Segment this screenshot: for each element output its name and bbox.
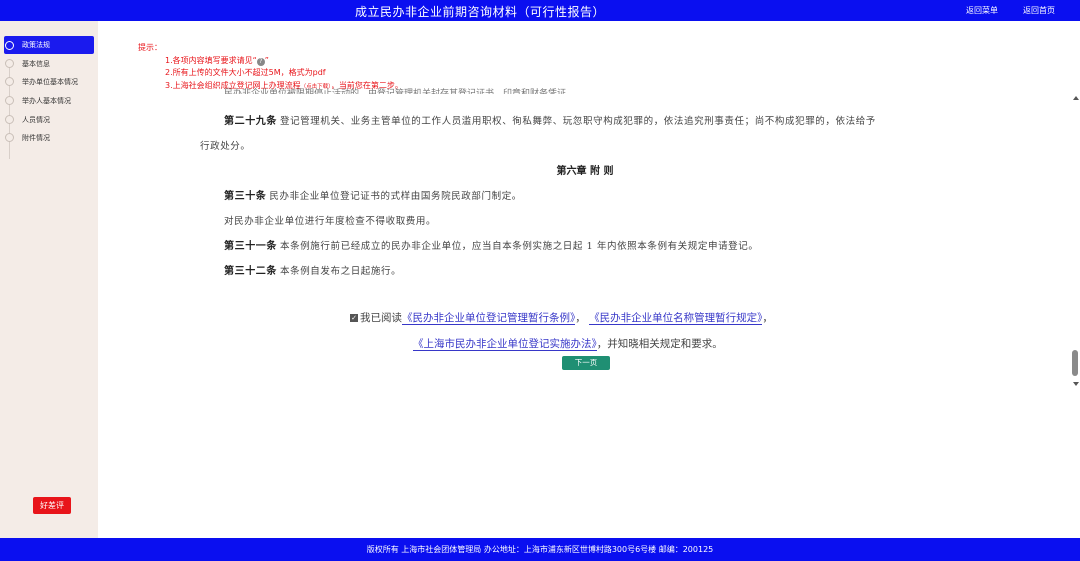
page-title: 成立民办非企业前期咨询材料（可行性报告） [354, 5, 605, 19]
scroll-up-arrow-icon[interactable] [1073, 96, 1079, 100]
article-30-text: 民办非企业单位登记证书的式样由国务院民政部门制定。 [269, 191, 522, 202]
regulation-link-3[interactable]: 《上海市民办非企业单位登记实施办法》 [413, 338, 597, 351]
regulation-link-1[interactable]: 《民办非企业单位登记管理暂行条例》 [402, 312, 576, 325]
sidebar-step-label: 附件情况 [22, 133, 50, 142]
step-dot-icon [5, 77, 14, 86]
sidebar-step-attachments[interactable]: 附件情况 [4, 129, 94, 146]
regulation-link-2[interactable]: 《民办非企业单位名称管理暂行规定》 [589, 312, 763, 325]
article-29-continued: 行政处分。 [200, 141, 251, 152]
rate-service-button[interactable]: 好差评 [33, 497, 71, 514]
sidebar-step-label: 人员情况 [22, 115, 50, 124]
agree-separator: ， [762, 312, 773, 324]
article-31-title: 第三十一条 [224, 241, 277, 252]
article-29-text: 登记管理机关、业务主管单位的工作人员滥用职权、徇私舞弊、玩忽职守构成犯罪的，依法… [280, 116, 876, 127]
sidebar-step-personnel[interactable]: 人员情况 [4, 111, 94, 128]
help-question-icon[interactable]: ? [256, 57, 265, 66]
article-31: 第三十一条 本条例施行前已经成立的民办非企业单位，应当自本条例实施之日起 1 年内… [224, 237, 759, 252]
step-dot-icon [5, 133, 14, 142]
sidebar-step-label: 政策法规 [22, 41, 50, 49]
sidebar-step-basic-info[interactable]: 基本信息 [4, 55, 94, 72]
scroll-down-arrow-icon[interactable] [1073, 382, 1079, 386]
article-30-title: 第三十条 [224, 191, 267, 202]
tips-title: 提示： [138, 43, 162, 52]
step-dot-icon [5, 96, 14, 105]
sidebar-step-organizer-unit[interactable]: 举办单位基本情况 [4, 73, 94, 90]
sidebar-step-label: 基本信息 [22, 59, 50, 68]
footer-bar: 版权所有 上海市社会团体管理局 办公地址：上海市浦东新区世博村路300号6号楼 … [0, 538, 1080, 561]
article-29-title: 第二十九条 [224, 116, 277, 127]
scrollbar-thumb[interactable] [1072, 350, 1078, 376]
sidebar-step-organizer-person[interactable]: 举办人基本情况 [4, 92, 94, 109]
sidebar-step-label: 举办单位基本情况 [22, 77, 78, 86]
sidebar-step-label: 举办人基本情况 [22, 96, 71, 105]
article-32-text: 本条例自发布之日起施行。 [280, 266, 402, 277]
tip-line-1: 1.各项内容填写要求请见“?” [138, 55, 403, 68]
step-dot-icon [5, 40, 14, 50]
agreement-line-1: ✓ 我已阅读《民办非企业单位登记管理暂行条例》， 《民办非企业单位名称管理暂行规定… [350, 310, 773, 325]
tip-line-2: 2.所有上传的文件大小不超过5M，格式为pdf [165, 68, 326, 77]
sidebar-step-policy[interactable]: 政策法规 [4, 36, 94, 54]
article-31-text: 本条例施行前已经成立的民办非企业单位，应当自本条例实施之日起 1 年内依照本条例… [280, 241, 759, 252]
agree-suffix: ，并知晓相关规定和要求。 [596, 338, 723, 350]
article-29: 第二十九条 登记管理机关、业务主管单位的工作人员滥用职权、徇私舞弊、玩忽职守构成犯… [224, 112, 876, 127]
back-to-home-link[interactable]: 返回首页 [1023, 5, 1055, 16]
agreement-line-2: 《上海市民办非企业单位登记实施办法》，并知晓相关规定和要求。 [413, 336, 723, 351]
back-to-menu-link[interactable]: 返回菜单 [966, 5, 998, 16]
step-dot-icon [5, 59, 14, 68]
tip-line-1-tail: ” [264, 55, 269, 65]
article-32-title: 第三十二条 [224, 266, 277, 277]
step-dot-icon [5, 115, 14, 124]
agree-separator: ， [575, 312, 586, 324]
top-header-bar: 成立民办非企业前期咨询材料（可行性报告） 返回菜单 返回首页 [0, 0, 1080, 21]
article-cutoff-line: 民办非企业单位被限期停止活动的，由登记管理机关封存其登记证书、印章和财务凭证。 [224, 89, 576, 94]
article-32: 第三十二条 本条例自发布之日起施行。 [224, 262, 401, 277]
agree-prefix: 我已阅读 [360, 312, 402, 324]
vertical-scrollbar[interactable] [1071, 96, 1079, 386]
chapter-heading: 第六章 附 则 [556, 166, 614, 177]
next-page-button[interactable]: 下一页 [562, 356, 610, 370]
agree-checkbox[interactable]: ✓ [350, 314, 358, 322]
step-sidebar: 政策法规 基本信息 举办单位基本情况 举办人基本情况 人员情况 附件情况 [0, 21, 98, 538]
article-30: 第三十条 民办非企业单位登记证书的式样由国务院民政部门制定。 [224, 187, 522, 202]
article-30-extra: 对民办非企业单位进行年度检查不得收取费用。 [224, 216, 437, 227]
tip-line-1-text: 1.各项内容填写要求请见“ [165, 55, 257, 65]
